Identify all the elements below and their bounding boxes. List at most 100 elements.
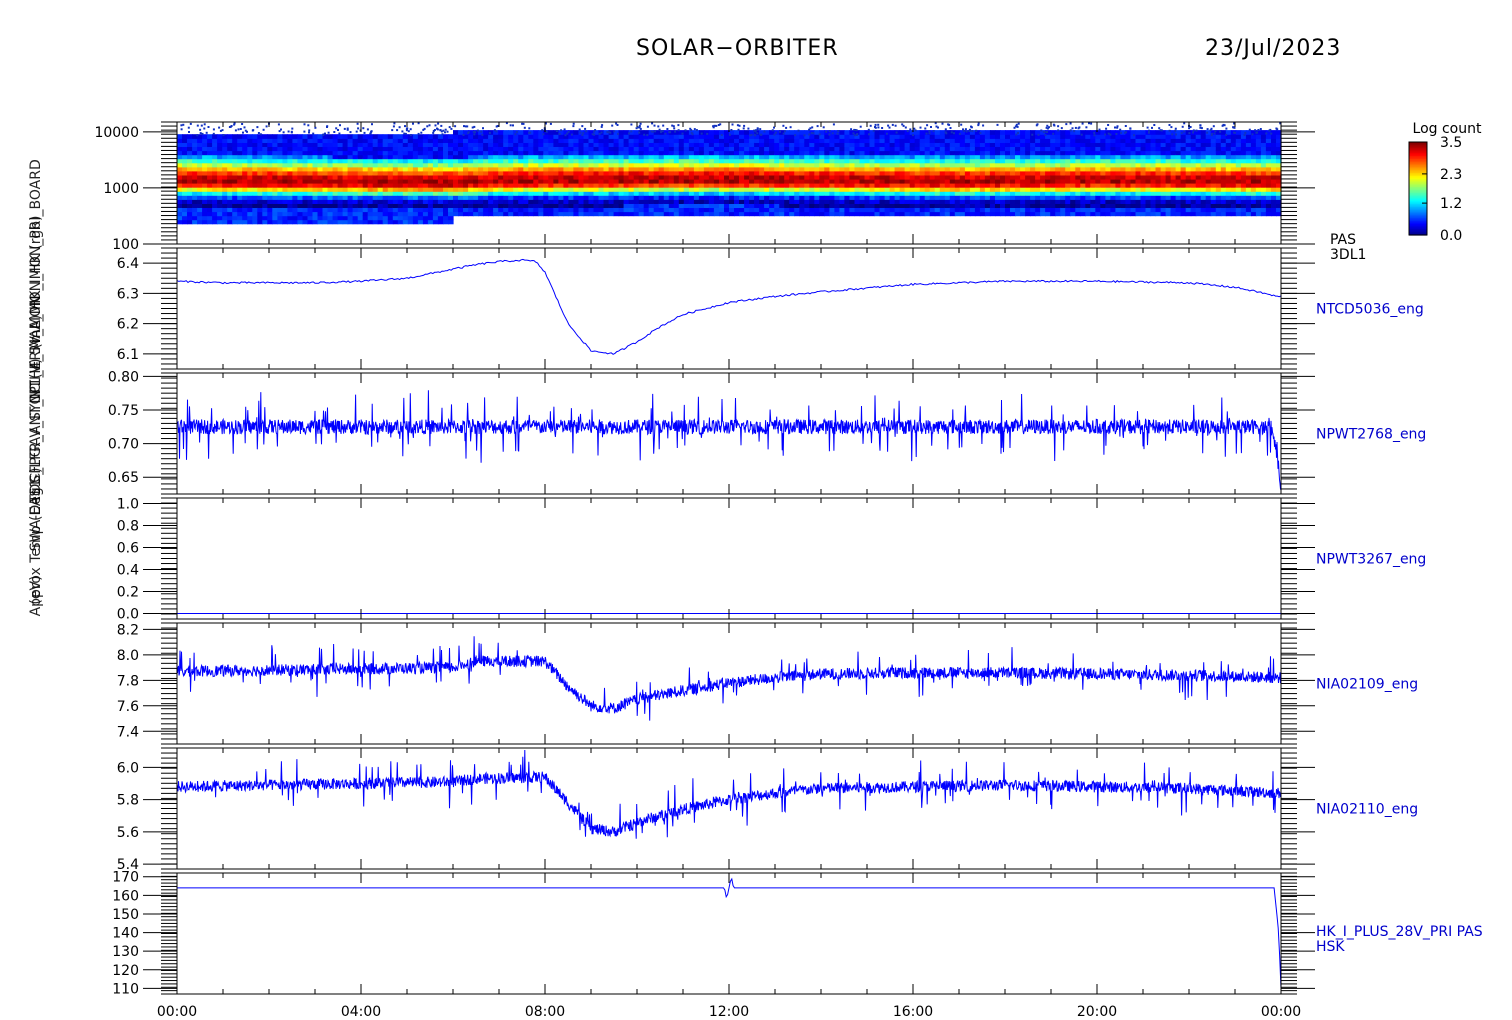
- spectrogram-cell: [277, 203, 283, 208]
- spectrogram-cell: [864, 138, 871, 143]
- spectrogram-cell: [1010, 170, 1016, 176]
- spectrogram-cell: [397, 134, 404, 139]
- spectrogram-cell: [192, 170, 198, 176]
- spectrogram-cell: [623, 142, 630, 147]
- spectrogram-cell: [703, 146, 710, 152]
- spectrogram-cell: [1195, 203, 1202, 208]
- spectrogram-cell: [1020, 130, 1026, 135]
- spectrogram-cell: [342, 195, 349, 200]
- spectrogram-cell: [1250, 162, 1257, 168]
- spectrogram-cell: [1160, 174, 1167, 180]
- spectrogram-cell: [598, 178, 605, 184]
- spectrogram-cell: [227, 178, 233, 184]
- spectrogram-cell: [247, 158, 253, 164]
- spectrogram-cell: [1240, 154, 1247, 160]
- spectrogram-cell: [387, 142, 394, 147]
- spectrogram-cell: [372, 219, 379, 225]
- spectrogram-cell: [909, 138, 916, 143]
- spectrogram-cell: [1185, 142, 1192, 147]
- spectrogram-cell: [834, 178, 840, 184]
- spectrogram-cell: [387, 215, 394, 221]
- spectrogram-cell: [553, 146, 559, 152]
- spectrogram-cell: [989, 154, 996, 160]
- spectrogram-cell: [759, 170, 765, 176]
- spectrogram-cell: [734, 154, 740, 160]
- spectrogram-cell: [809, 154, 815, 160]
- spectrogram-cell: [443, 134, 449, 139]
- spectrogram-cell: [352, 174, 359, 180]
- spectrogram-cell: [543, 211, 549, 217]
- spectrogram-speck: [717, 124, 720, 126]
- spectrogram-cell: [1050, 178, 1056, 184]
- spectrogram-cell: [1020, 183, 1026, 188]
- spectrogram-cell: [327, 195, 334, 200]
- spectrogram-cell: [1195, 195, 1202, 200]
- spectrogram-cell: [1005, 146, 1011, 152]
- spectrogram-cell: [292, 154, 298, 160]
- spectrogram-cell: [643, 178, 650, 184]
- spectrogram-cell: [1035, 207, 1041, 213]
- spectrogram-cell: [1250, 170, 1257, 176]
- spectrogram-cell: [593, 211, 600, 217]
- spectrogram-cell: [764, 134, 770, 139]
- spectrogram-cell: [267, 134, 273, 139]
- spectrogram-cell: [729, 146, 735, 152]
- spectrogram-cell: [583, 158, 590, 164]
- spectrogram-cell: [769, 191, 775, 196]
- spectrogram-cell: [187, 219, 193, 225]
- spectrogram-cell: [1120, 158, 1126, 164]
- spectrogram-cell: [1135, 195, 1142, 200]
- spectrogram-cell: [899, 158, 906, 164]
- spectrogram-cell: [372, 211, 379, 217]
- spectrogram-cell: [352, 162, 359, 168]
- spectrogram-cell: [769, 150, 775, 156]
- spectrogram-cell: [548, 142, 554, 147]
- spectrogram-cell: [944, 158, 951, 164]
- spectrogram-cell: [924, 187, 931, 192]
- spectrogram-cell: [1055, 191, 1061, 196]
- spectrogram-cell: [523, 166, 529, 172]
- spectrogram-cell: [518, 130, 524, 135]
- spectrogram-cell: [402, 199, 409, 204]
- spectrogram-cell: [458, 166, 464, 172]
- spectrogram-cell: [984, 158, 991, 164]
- spectrogram-speck: [1098, 128, 1101, 131]
- spectrogram-cell: [623, 162, 630, 168]
- spectrogram-cell: [678, 142, 685, 147]
- spectrogram-cell: [488, 134, 494, 139]
- spectrogram-cell: [1145, 142, 1152, 147]
- spectrogram-speck: [774, 131, 777, 134]
- spectrogram-cell: [864, 195, 871, 200]
- spectrogram-cell: [448, 215, 454, 221]
- spectrogram-cell: [1030, 170, 1036, 176]
- spectrogram-cell: [443, 170, 449, 176]
- spectrogram-cell: [799, 199, 805, 204]
- spectrogram-cell: [804, 170, 810, 176]
- spectrogram-cell: [528, 183, 534, 188]
- spectrogram-cell: [1140, 150, 1147, 156]
- spectrogram-cell: [583, 195, 590, 200]
- spectrogram-cell: [392, 174, 399, 180]
- spectrogram-cell: [182, 203, 188, 208]
- spectrogram-cell: [1050, 146, 1056, 152]
- spectrogram-cell: [387, 166, 394, 172]
- spectrogram-cell: [222, 166, 228, 172]
- spectrogram-cell: [829, 146, 835, 152]
- spectrogram-speck: [467, 131, 470, 134]
- spectrogram-cell: [849, 211, 855, 217]
- spectrogram-cell: [573, 211, 579, 217]
- spectrogram-cell: [643, 146, 650, 152]
- spectrogram-cell: [463, 195, 469, 200]
- spectrogram-cell: [533, 191, 539, 196]
- spectrogram-cell: [498, 134, 504, 139]
- spectrogram-cell: [1190, 146, 1197, 152]
- spectrogram-cell: [1015, 211, 1021, 217]
- spectrogram-cell: [759, 150, 765, 156]
- spectrogram-cell: [779, 162, 785, 168]
- spectrogram-cell: [387, 162, 394, 168]
- spectrogram-cell: [1210, 154, 1217, 160]
- spectrogram-cell: [513, 174, 519, 180]
- spectrogram-cell: [879, 187, 886, 192]
- spectrogram-cell: [804, 162, 810, 168]
- spectrogram-cell: [919, 174, 926, 180]
